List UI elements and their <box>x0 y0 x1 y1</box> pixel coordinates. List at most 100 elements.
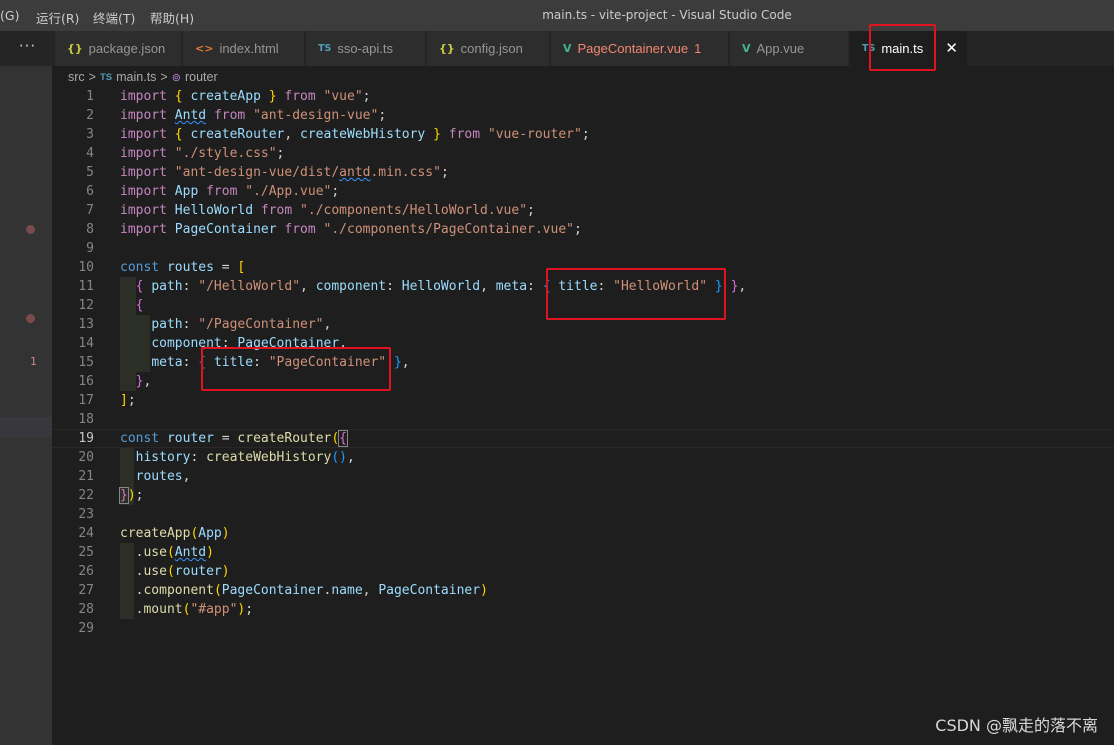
line-number: 2 <box>86 108 94 123</box>
line-number: 10 <box>78 260 94 275</box>
code-text[interactable]: import { createRouter, createWebHistory … <box>120 125 590 144</box>
code-text[interactable]: { <box>120 296 144 315</box>
code-text[interactable]: import HelloWorld from "./components/Hel… <box>120 201 535 220</box>
code-text[interactable]: import "./style.css"; <box>120 144 284 163</box>
problem-count-badge: 1 <box>694 41 702 56</box>
code-line[interactable]: 29 <box>52 619 1114 638</box>
code-text[interactable]: }, <box>120 372 152 391</box>
code-text[interactable]: ]; <box>120 391 136 410</box>
tab-package-json[interactable]: {} package.json <box>55 31 182 66</box>
code-text[interactable]: import "ant-design-vue/dist/antd.min.css… <box>120 163 449 182</box>
tab-label: package.json <box>88 41 166 56</box>
more-actions-icon[interactable]: ··· <box>0 31 55 66</box>
close-icon[interactable]: ✕ <box>945 39 958 57</box>
code-text[interactable]: .use(router) <box>120 562 230 581</box>
line-number: 24 <box>78 526 94 541</box>
code-text[interactable]: .component(PageContainer.name, PageConta… <box>120 581 488 600</box>
symbol-variable-icon: ⊚ <box>171 71 181 84</box>
active-line-gutter <box>0 417 52 438</box>
code-text[interactable]: import App from "./App.vue"; <box>120 182 339 201</box>
line-number: 11 <box>78 279 94 294</box>
line-number: 4 <box>86 146 94 161</box>
code-text[interactable]: import PageContainer from "./components/… <box>120 220 582 239</box>
line-number: 15 <box>78 355 94 370</box>
code-line[interactable]: 23 <box>52 505 1114 524</box>
json-file-icon: {} <box>439 42 455 55</box>
code-text[interactable]: .use(Antd) <box>120 543 214 562</box>
breadcrumb-folder[interactable]: src <box>68 70 85 84</box>
tab-config-json[interactable]: {} config.json <box>427 31 550 66</box>
code-line[interactable]: 8 import PageContainer from "./components… <box>52 220 1114 239</box>
html-file-icon: <> <box>195 42 214 55</box>
code-line[interactable]: 4 import "./style.css"; <box>52 144 1114 163</box>
code-text[interactable]: history: createWebHistory(), <box>120 448 355 467</box>
line-number: 21 <box>78 469 94 484</box>
code-text[interactable]: path: "/PageContainer", <box>120 315 331 334</box>
line-number: 6 <box>86 184 94 199</box>
code-text[interactable]: }); <box>119 486 143 505</box>
code-line[interactable]: 18 <box>52 410 1114 429</box>
tab-label: App.vue <box>756 41 805 56</box>
code-line[interactable]: 2 import Antd from "ant-design-vue"; <box>52 106 1114 125</box>
line-number: 9 <box>86 241 94 256</box>
line-number: 29 <box>78 621 94 636</box>
code-line[interactable]: 20 history: createWebHistory(), <box>52 448 1114 467</box>
code-text[interactable]: .mount("#app"); <box>120 600 253 619</box>
line-number: 19 <box>78 431 94 446</box>
line-number: 7 <box>86 203 94 218</box>
line-number: 12 <box>78 298 94 313</box>
watermark: CSDN @飘走的落不离 <box>935 716 1098 735</box>
code-line[interactable]: 21 routes, <box>52 467 1114 486</box>
line-number: 28 <box>78 602 94 617</box>
code-line[interactable]: 19 const router = createRouter({ <box>52 429 1114 448</box>
line-number: 22 <box>78 488 94 503</box>
tab-sso-api-ts[interactable]: TS sso-api.ts <box>306 31 426 66</box>
code-line[interactable]: 25 .use(Antd) <box>52 543 1114 562</box>
code-line[interactable]: 17]; <box>52 391 1114 410</box>
line-number: 18 <box>78 412 94 427</box>
line-number: 3 <box>86 127 94 142</box>
error-count: 1 <box>30 355 37 368</box>
code-text[interactable]: import { createApp } from "vue"; <box>120 87 371 106</box>
line-number: 16 <box>78 374 94 389</box>
code-line[interactable]: 7 import HelloWorld from "./components/He… <box>52 201 1114 220</box>
code-text[interactable]: routes, <box>120 467 191 486</box>
code-line[interactable]: 27 .component(PageContainer.name, PageCo… <box>52 581 1114 600</box>
line-number: 25 <box>78 545 94 560</box>
unsaved-dot-icon <box>26 225 35 234</box>
line-number: 5 <box>86 165 94 180</box>
code-line[interactable]: 22}); <box>52 486 1114 505</box>
code-line[interactable]: 28 .mount("#app"); <box>52 600 1114 619</box>
tab-pagecontainer-vue[interactable]: V PageContainer.vue 1 <box>551 31 729 66</box>
code-text[interactable]: import Antd from "ant-design-vue"; <box>120 106 386 125</box>
line-number: 14 <box>78 336 94 351</box>
code-text[interactable]: createApp(App) <box>120 524 230 543</box>
code-line[interactable]: 26 .use(router) <box>52 562 1114 581</box>
tab-label: sso-api.ts <box>337 41 393 56</box>
vue-file-icon: V <box>563 42 572 55</box>
code-text[interactable]: const router = createRouter({ <box>120 429 348 448</box>
typescript-file-icon: TS <box>99 71 113 83</box>
code-line[interactable]: 5 import "ant-design-vue/dist/antd.min.cs… <box>52 163 1114 182</box>
chevron-right-icon: > <box>88 70 96 84</box>
code-line[interactable]: 24 createApp(App) <box>52 524 1114 543</box>
code-line[interactable]: 9 <box>52 239 1114 258</box>
breadcrumb: src > TS main.ts > ⊚ router <box>68 66 222 88</box>
breadcrumb-symbol[interactable]: router <box>185 70 218 84</box>
window-title: main.ts - vite-project - Visual Studio C… <box>542 8 792 22</box>
breadcrumb-file[interactable]: main.ts <box>116 70 156 84</box>
tab-app-vue[interactable]: V App.vue <box>730 31 849 66</box>
code-line[interactable]: 1 import { createApp } from "vue"; <box>52 87 1114 106</box>
code-text[interactable]: const routes = [ <box>120 258 245 277</box>
code-line[interactable]: 6 import App from "./App.vue"; <box>52 182 1114 201</box>
line-number: 17 <box>78 393 94 408</box>
tab-index-html[interactable]: <> index.html <box>183 31 305 66</box>
tab-label: index.html <box>219 41 279 56</box>
code-line[interactable]: 3 import { createRouter, createWebHistory… <box>52 125 1114 144</box>
typescript-file-icon: TS <box>318 43 332 54</box>
annotation-box-pagecontainer-title <box>201 347 391 391</box>
tab-label: config.json <box>460 41 523 56</box>
chevron-right-icon: > <box>160 70 168 84</box>
line-number: 23 <box>78 507 94 522</box>
line-number: 8 <box>86 222 94 237</box>
